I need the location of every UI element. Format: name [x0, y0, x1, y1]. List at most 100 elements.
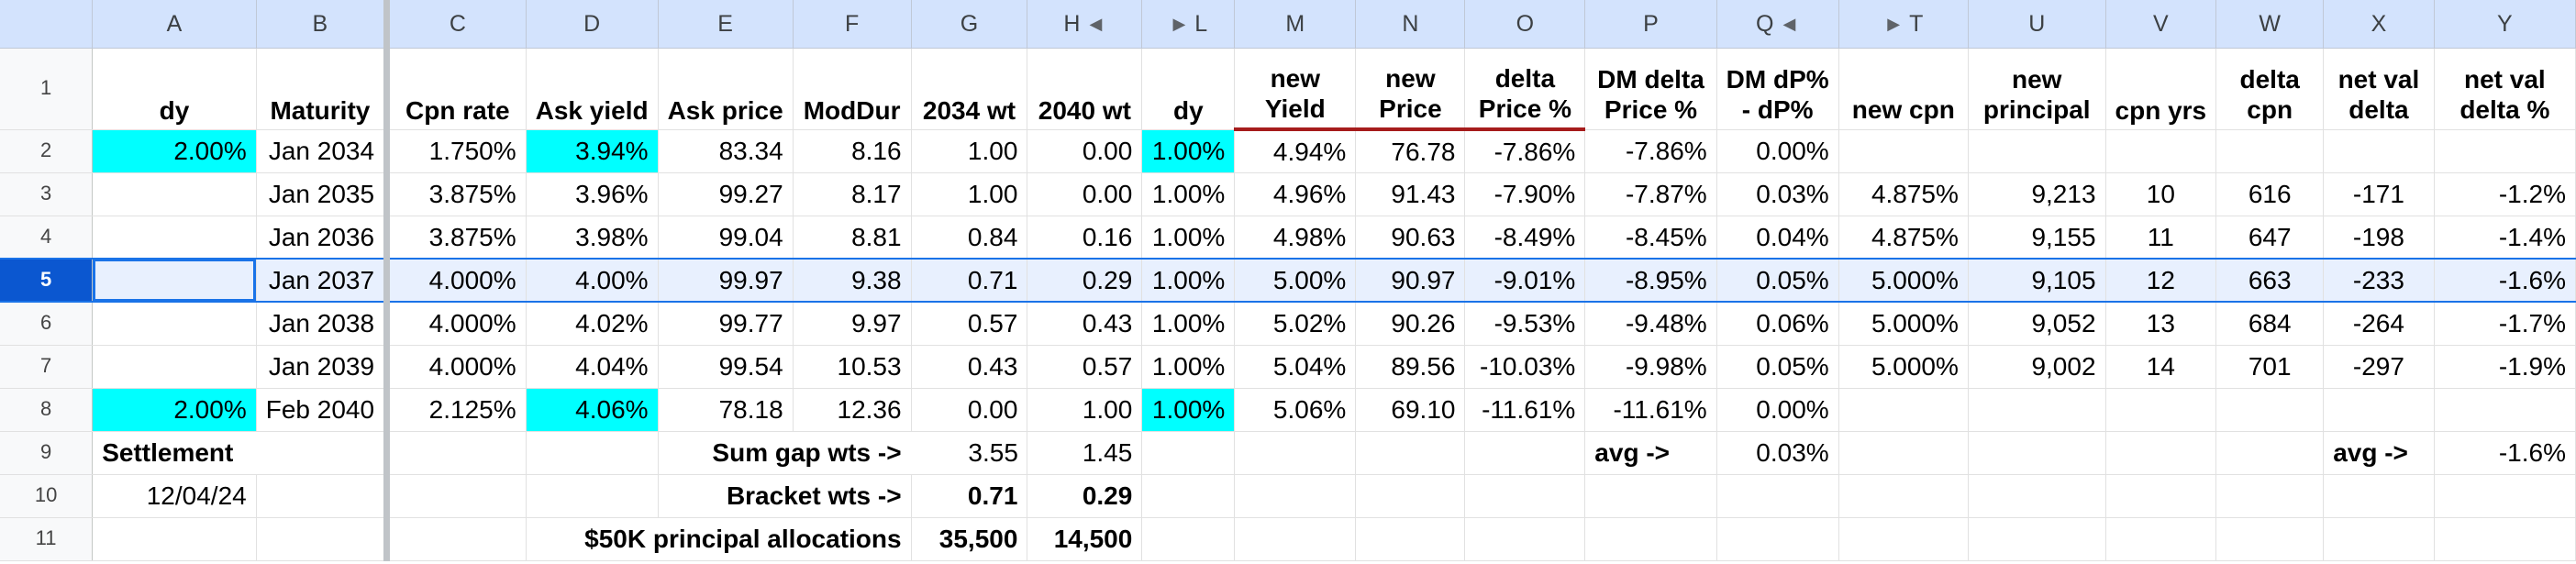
- cell-u4[interactable]: 9,155: [1968, 216, 2106, 260]
- cell-u1[interactable]: new principal: [1968, 48, 2106, 130]
- cell-h6[interactable]: 0.43: [1027, 302, 1143, 346]
- column-header-w[interactable]: W: [2215, 0, 2325, 49]
- column-header-d[interactable]: D: [526, 0, 659, 49]
- cell-v2[interactable]: [2105, 129, 2217, 173]
- cell-b2[interactable]: Jan 2034: [256, 129, 391, 173]
- cell-y11[interactable]: [2434, 517, 2576, 561]
- cell-c10[interactable]: [386, 474, 527, 518]
- cell-p9-avg-label[interactable]: avg ->: [1584, 431, 1717, 475]
- cell-y5[interactable]: -1.6%: [2434, 258, 2576, 303]
- cell-a11[interactable]: [92, 517, 257, 561]
- cell-h10[interactable]: 0.29: [1027, 474, 1143, 518]
- cell-b8[interactable]: Feb 2040: [256, 388, 391, 432]
- cell-b11[interactable]: [256, 517, 391, 561]
- cell-t8[interactable]: [1838, 388, 1969, 432]
- row-header-1[interactable]: 1: [0, 48, 94, 130]
- cell-m7[interactable]: 5.04%: [1234, 345, 1357, 389]
- cell-e5[interactable]: 99.97: [658, 258, 794, 303]
- cell-d2[interactable]: 3.94%: [526, 129, 659, 173]
- cell-t5[interactable]: 5.000%: [1838, 258, 1969, 303]
- cell-m5[interactable]: 5.00%: [1234, 258, 1357, 303]
- cell-y3[interactable]: -1.2%: [2434, 172, 2576, 216]
- cell-b1[interactable]: Maturity: [256, 48, 391, 130]
- cell-m4[interactable]: 4.98%: [1234, 216, 1357, 260]
- cell-u5[interactable]: 9,105: [1968, 258, 2106, 303]
- cell-a3[interactable]: [92, 172, 257, 216]
- column-header-h[interactable]: H ◀: [1027, 0, 1143, 49]
- cell-a6[interactable]: [92, 302, 257, 346]
- column-header-o[interactable]: O: [1464, 0, 1586, 49]
- cell-g3[interactable]: 1.00: [911, 172, 1028, 216]
- row-header-5[interactable]: 5: [0, 258, 94, 303]
- cell-n5[interactable]: 90.97: [1355, 258, 1466, 303]
- row-header-9[interactable]: 9: [0, 431, 94, 475]
- column-header-t[interactable]: ▶ T: [1838, 0, 1969, 49]
- cell-y6[interactable]: -1.7%: [2434, 302, 2576, 346]
- cell-m2[interactable]: 4.94%: [1234, 129, 1357, 173]
- cell-g11[interactable]: 35,500: [911, 517, 1028, 561]
- cell-t10[interactable]: [1838, 474, 1969, 518]
- column-header-g[interactable]: G: [911, 0, 1028, 49]
- row-header-4[interactable]: 4: [0, 216, 94, 260]
- cell-l6[interactable]: 1.00%: [1141, 302, 1236, 346]
- cell-o5[interactable]: -9.01%: [1464, 258, 1586, 303]
- cell-h1[interactable]: 2040 wt: [1027, 48, 1143, 130]
- cell-e4[interactable]: 99.04: [658, 216, 794, 260]
- cell-h8[interactable]: 1.00: [1027, 388, 1143, 432]
- cell-v7[interactable]: 14: [2105, 345, 2217, 389]
- cell-l7[interactable]: 1.00%: [1141, 345, 1236, 389]
- cell-g7[interactable]: 0.43: [911, 345, 1028, 389]
- cell-g5[interactable]: 0.71: [911, 258, 1028, 303]
- cell-x10[interactable]: [2323, 474, 2435, 518]
- cell-w7[interactable]: 701: [2215, 345, 2325, 389]
- cell-x5[interactable]: -233: [2323, 258, 2435, 303]
- cell-b4[interactable]: Jan 2036: [256, 216, 391, 260]
- cell-u9[interactable]: [1968, 431, 2106, 475]
- cell-l1[interactable]: dy: [1141, 48, 1236, 130]
- cell-w4[interactable]: 647: [2215, 216, 2325, 260]
- cell-g9[interactable]: 3.55: [911, 431, 1027, 474]
- cell-t7[interactable]: 5.000%: [1838, 345, 1969, 389]
- cell-v5[interactable]: 12: [2105, 258, 2217, 303]
- cell-y4[interactable]: -1.4%: [2434, 216, 2576, 260]
- cell-x3[interactable]: -171: [2323, 172, 2435, 216]
- cell-v1[interactable]: cpn yrs: [2105, 48, 2217, 130]
- cell-w8[interactable]: [2215, 388, 2325, 432]
- cell-p4[interactable]: -8.45%: [1584, 216, 1717, 260]
- cell-o8[interactable]: -11.61%: [1464, 388, 1586, 432]
- cell-d7[interactable]: 4.04%: [526, 345, 659, 389]
- cell-q2[interactable]: 0.00%: [1716, 129, 1839, 173]
- cell-d8[interactable]: 4.06%: [526, 388, 659, 432]
- cell-x11[interactable]: [2323, 517, 2435, 561]
- cell-d1[interactable]: Ask yield: [526, 48, 659, 130]
- cell-n8[interactable]: 69.10: [1355, 388, 1466, 432]
- cell-d6[interactable]: 4.02%: [526, 302, 659, 346]
- cell-h2[interactable]: 0.00: [1027, 129, 1143, 173]
- cell-u8[interactable]: [1968, 388, 2106, 432]
- cell-n4[interactable]: 90.63: [1355, 216, 1466, 260]
- cell-h4[interactable]: 0.16: [1027, 216, 1143, 260]
- cell-b6[interactable]: Jan 2038: [256, 302, 391, 346]
- cell-t3[interactable]: 4.875%: [1838, 172, 1969, 216]
- cell-b7[interactable]: Jan 2039: [256, 345, 391, 389]
- cell-v8[interactable]: [2105, 388, 2217, 432]
- column-header-u[interactable]: U: [1968, 0, 2106, 49]
- cell-h3[interactable]: 0.00: [1027, 172, 1143, 216]
- cell-n6[interactable]: 90.26: [1355, 302, 1466, 346]
- cell-a1[interactable]: dy: [92, 48, 257, 130]
- cell-t11[interactable]: [1838, 517, 1969, 561]
- cell-l3[interactable]: 1.00%: [1141, 172, 1236, 216]
- cell-n2[interactable]: 76.78: [1355, 129, 1466, 173]
- cell-f4[interactable]: 8.81: [793, 216, 912, 260]
- cell-h5[interactable]: 0.29: [1027, 258, 1143, 303]
- cell-p8[interactable]: -11.61%: [1584, 388, 1717, 432]
- cell-x1[interactable]: net val delta: [2323, 48, 2435, 130]
- cell-t4[interactable]: 4.875%: [1838, 216, 1969, 260]
- column-header-p[interactable]: P: [1584, 0, 1717, 49]
- column-header-x[interactable]: X: [2323, 0, 2435, 49]
- cell-a8[interactable]: 2.00%: [92, 388, 257, 432]
- cell-p7[interactable]: -9.98%: [1584, 345, 1717, 389]
- cell-v3[interactable]: 10: [2105, 172, 2217, 216]
- cell-h11[interactable]: 14,500: [1027, 517, 1143, 561]
- cell-o6[interactable]: -9.53%: [1464, 302, 1586, 346]
